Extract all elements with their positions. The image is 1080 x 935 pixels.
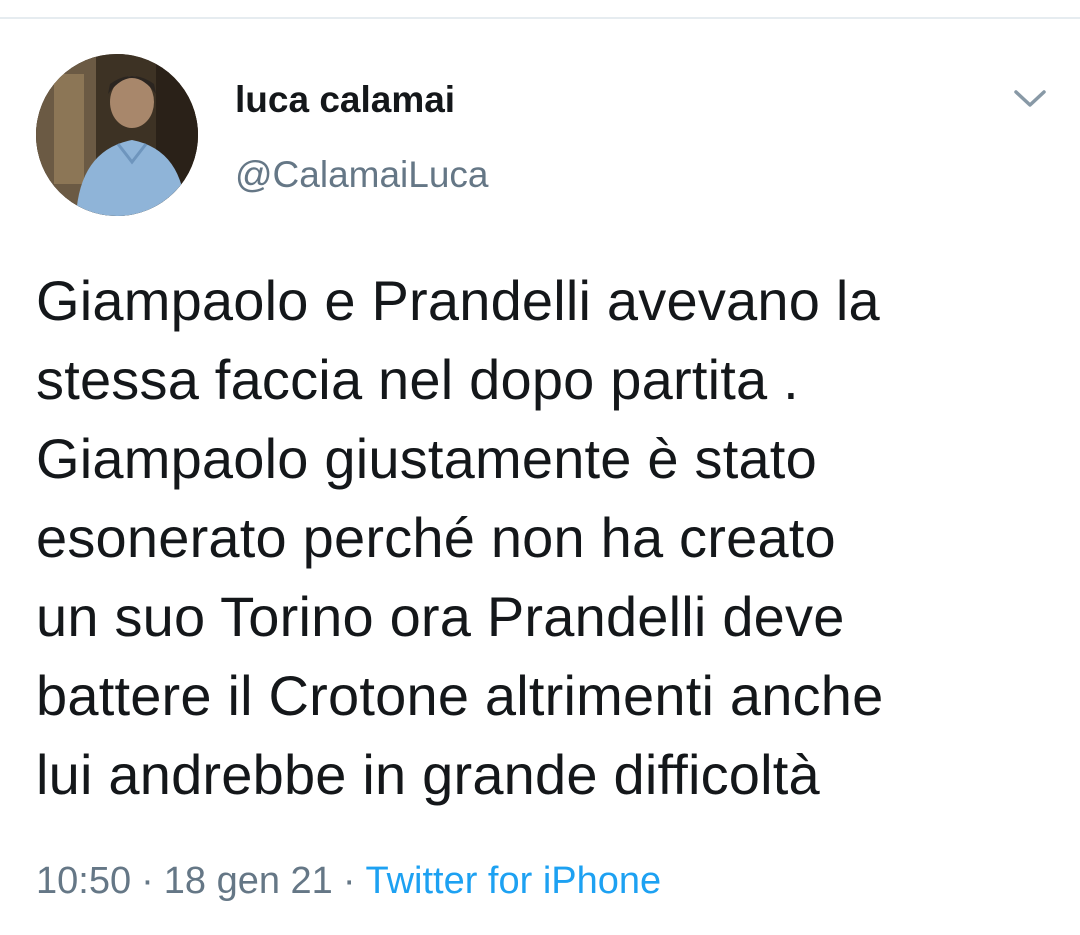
- tweet-date[interactable]: 18 gen 21: [164, 860, 333, 902]
- top-divider: [0, 17, 1080, 19]
- author-handle[interactable]: @CalamaiLuca: [235, 153, 489, 197]
- avatar-photo: [36, 54, 198, 216]
- tweet-meta: 10:50 · 18 gen 21 · Twitter for iPhone: [36, 858, 661, 904]
- meta-separator: ·: [141, 860, 154, 902]
- tweet-text: Giampaolo e Prandelli avevano la stessa …: [36, 269, 884, 806]
- tweet-time[interactable]: 10:50: [36, 860, 131, 902]
- tweet-menu-button[interactable]: [1004, 80, 1056, 120]
- tweet-source-link[interactable]: Twitter for iPhone: [365, 860, 661, 902]
- author-display-name[interactable]: luca calamai: [235, 78, 455, 122]
- avatar[interactable]: [36, 54, 198, 216]
- chevron-down-icon: [1014, 90, 1046, 107]
- meta-separator: ·: [342, 860, 356, 902]
